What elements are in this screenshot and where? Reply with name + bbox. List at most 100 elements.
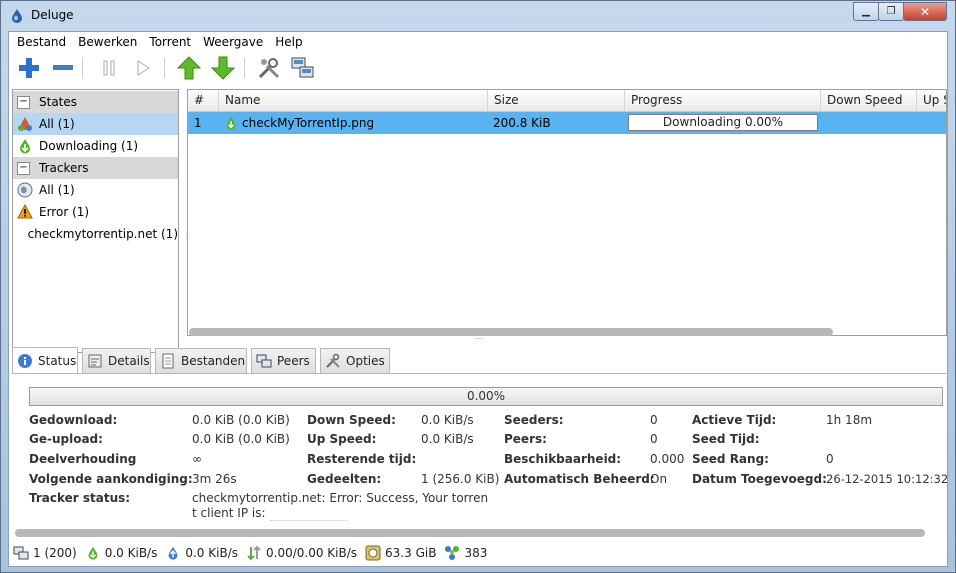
trackers-header[interactable]: − Trackers (13, 157, 178, 179)
value-tracker-status: checkmytorrentip.net: Error: Success, Yo… (192, 491, 489, 505)
collapse-icon[interactable]: − (17, 161, 30, 175)
remove-torrent-button[interactable] (50, 55, 76, 81)
column-header-number[interactable]: # (188, 90, 219, 111)
tab-bestanden[interactable]: Bestanden (155, 348, 247, 373)
column-header-name[interactable]: Name (219, 90, 488, 111)
value-deelverhouding: ∞ (192, 452, 202, 466)
tools-icon (258, 58, 280, 79)
arrow-up-icon (177, 56, 201, 80)
minimize-button[interactable]: ▁ (853, 2, 879, 21)
sidebar-item-error[interactable]: Error (1) (13, 201, 178, 223)
add-torrent-button[interactable] (16, 55, 42, 81)
sidebar-item-label: Error (1) (39, 205, 90, 219)
sidebar-item-downloading[interactable]: Downloading (1) (13, 135, 178, 157)
panel-horizontal-scrollbar[interactable] (15, 529, 925, 537)
collapse-icon[interactable]: − (17, 95, 30, 109)
redacted-ip (270, 506, 348, 521)
toolbar (9, 52, 947, 84)
torrent-number: 1 (194, 116, 202, 130)
overall-progress-text: 0.00% (466, 389, 506, 403)
menu-torrent[interactable]: Torrent (145, 35, 195, 49)
status-upload-speed[interactable]: 0.0 KiB/s (165, 545, 238, 561)
globe-icon (17, 182, 33, 198)
tab-peers[interactable]: Peers (251, 348, 316, 373)
sidebar-item-label: checkmytorrentip.net (1) (27, 227, 178, 241)
value-peers: 0 (650, 432, 658, 446)
label-tracker-status: Tracker status: (29, 491, 131, 505)
traffic-arrows-icon (246, 545, 262, 561)
torrent-progress-text: Downloading 0.00% (662, 115, 784, 129)
sidebar-item-tracker-host[interactable]: checkmytorrentip.net (1) (13, 223, 178, 245)
tools-icon (325, 353, 341, 369)
pane-splitter-horizontal[interactable]: ⋯ (475, 335, 483, 343)
value-gedownload: 0.0 KiB (0.0 KiB) (192, 413, 290, 427)
torrent-size: 200.8 KiB (493, 116, 551, 130)
label-down-speed: Down Speed: (307, 413, 396, 427)
downloading-icon (17, 138, 33, 154)
label-volgende-aankondiging: Volgende aankondiging: (29, 472, 193, 486)
value-tracker-status-line2: t client IP is: (192, 506, 266, 520)
column-header-down-speed[interactable]: Down Speed (821, 90, 917, 111)
table-row[interactable]: 1 checkMyTorrentIp.png 200.8 KiB Downloa… (188, 112, 946, 134)
menu-bestand[interactable]: Bestand (13, 35, 70, 49)
tab-opties[interactable]: Opties (320, 348, 390, 373)
title-bar[interactable]: Deluge ▁ ❐ ✕ (1, 1, 955, 31)
queue-down-button[interactable] (210, 55, 236, 81)
label-beschikbaarheid: Beschikbaarheid: (504, 452, 622, 466)
states-header[interactable]: − States (13, 91, 178, 113)
queue-up-button[interactable] (176, 55, 202, 81)
downloading-icon (224, 112, 240, 134)
column-header-up-speed[interactable]: Up Sp (917, 90, 946, 111)
connections-icon (13, 545, 29, 561)
detail-tabs: Status Details Bestanden Peers Opties (12, 347, 947, 374)
label-gedeelten: Gedeelten: (307, 472, 382, 486)
upload-speed-icon (165, 545, 181, 561)
label-deelverhouding: Deelverhouding (29, 452, 137, 466)
value-seed-rang: 0 (826, 452, 834, 466)
sidebar-item-all-states[interactable]: All (1) (13, 113, 178, 135)
maximize-button[interactable]: ❐ (878, 2, 904, 21)
files-icon (160, 353, 176, 369)
window-title: Deluge (31, 8, 74, 22)
column-header-progress[interactable]: Progress (625, 90, 821, 111)
sidebar-item-label: Downloading (1) (39, 139, 139, 153)
value-actieve-tijd: 1h 18m (826, 413, 873, 427)
sidebar: − States All (1) Downloading (1) − Track… (12, 89, 179, 353)
minus-icon (53, 65, 73, 70)
torrent-list: # Name Size Progress Down Speed Up Sp 1 … (187, 89, 947, 336)
value-ge-upload: 0.0 KiB (0.0 KiB) (192, 432, 290, 446)
label-gedownload: Gedownload: (29, 413, 118, 427)
sidebar-item-label: All (1) (39, 183, 75, 197)
list-horizontal-scrollbar[interactable] (187, 327, 947, 337)
value-down-speed: 0.0 KiB/s (421, 413, 474, 427)
pause-button[interactable] (96, 55, 122, 81)
client-area: Bestand Bewerken Torrent Weergave Help −… (8, 31, 948, 567)
status-download-speed[interactable]: 0.0 KiB/s (85, 545, 157, 561)
dht-icon (444, 545, 460, 561)
tab-details[interactable]: Details (82, 348, 151, 373)
deluge-logo-icon (11, 9, 23, 23)
status-free-space: 63.3 GiB (365, 545, 436, 561)
status-protocol-traffic[interactable]: 0.00/0.00 KiB/s (246, 545, 357, 561)
menu-help[interactable]: Help (271, 35, 306, 49)
value-datum-toegevoegd: 26-12-2015 10:12:32 (826, 472, 949, 486)
preferences-button[interactable] (256, 55, 282, 81)
resume-button[interactable] (130, 55, 156, 81)
status-connections[interactable]: 1 (200) (13, 545, 77, 561)
close-button[interactable]: ✕ (903, 2, 947, 21)
scrollbar-thumb[interactable] (189, 328, 833, 336)
menu-bewerken[interactable]: Bewerken (74, 35, 141, 49)
connection-manager-button[interactable] (290, 55, 316, 81)
menu-bar: Bestand Bewerken Torrent Weergave Help (9, 32, 947, 52)
value-seeders: 0 (650, 413, 658, 427)
warning-icon (17, 204, 33, 220)
tab-status[interactable]: Status (12, 347, 78, 374)
label-seed-rang: Seed Rang: (692, 452, 769, 466)
arrow-down-icon (211, 56, 235, 80)
label-resterende-tijd: Resterende tijd: (307, 452, 417, 466)
menu-weergave[interactable]: Weergave (199, 35, 267, 49)
status-panel: 0.00% Gedownload: 0.0 KiB (0.0 KiB) Ge-u… (12, 373, 949, 539)
column-header-size[interactable]: Size (488, 90, 625, 111)
sidebar-item-all-trackers[interactable]: All (1) (13, 179, 178, 201)
label-ge-upload: Ge-upload: (29, 432, 103, 446)
